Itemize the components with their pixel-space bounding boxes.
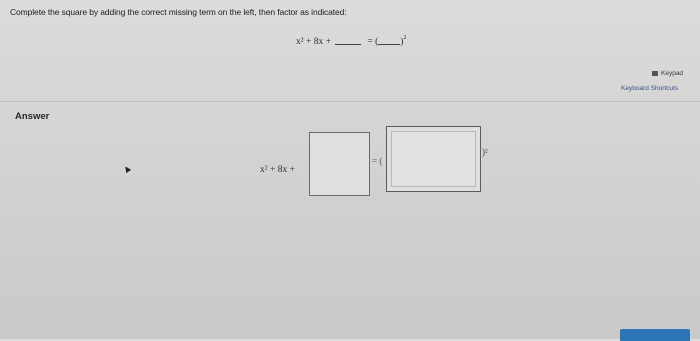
paren-open: ( [375, 37, 379, 47]
answer-label: Answer [15, 111, 50, 122]
equation-lhs: x² + 8x + [296, 37, 331, 47]
factored-term-field[interactable] [391, 131, 476, 187]
question-prompt: Complete the square by adding the correc… [10, 7, 347, 17]
keypad-label: Keypad [661, 70, 684, 77]
equals-sign: = [367, 37, 373, 47]
submit-button[interactable] [620, 329, 690, 341]
divider [0, 101, 700, 102]
factor-blank [378, 44, 401, 45]
question-panel: Complete the square by adding the correc… [0, 0, 700, 92]
missing-term-blank [334, 44, 361, 45]
exponent: 2 [403, 35, 407, 41]
keyboard-shortcuts-link[interactable]: Keyboard Shortcuts [621, 85, 678, 92]
keypad-button[interactable]: Keypad [652, 70, 683, 77]
answer-equals-paren: = ( [372, 156, 383, 166]
answer-expression: x² + 8x + [260, 165, 295, 175]
keypad-icon [652, 71, 658, 76]
answer-paren-exponent: )² [482, 147, 488, 157]
mouse-cursor-icon [122, 164, 132, 174]
question-equation: x² + 8x + = ()2 [296, 35, 406, 47]
missing-term-input[interactable] [309, 132, 370, 196]
factored-term-input[interactable] [386, 126, 481, 192]
